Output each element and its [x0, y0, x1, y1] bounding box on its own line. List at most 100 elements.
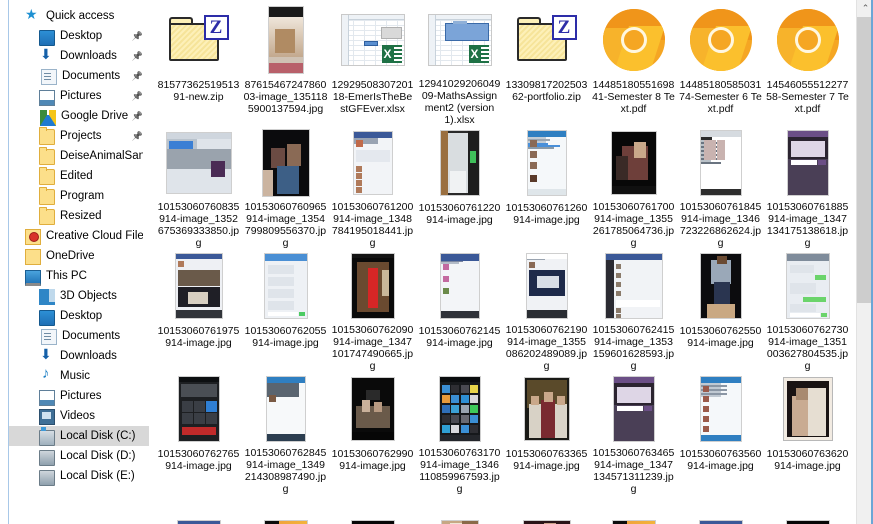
sidebar-item-desktop[interactable]: Desktop — [9, 306, 149, 326]
sidebar-item-deiseanimalsanctu[interactable]: DeiseAnimalSanctu — [9, 146, 149, 166]
sidebar-item-label: Pictures — [60, 90, 102, 102]
sidebar-item-music[interactable]: Music — [9, 366, 149, 386]
file-thumbnail — [595, 4, 673, 76]
sidebar-item-local-disk-e[interactable]: Local Disk (E:) — [9, 466, 149, 486]
file-tile[interactable]: 10153060761885914-image_1347134175138618… — [764, 127, 851, 249]
file-name-label: 10153060761885914-image_1347134175138618… — [766, 201, 850, 249]
file-tile[interactable]: 10153060763365914-image.jpg — [503, 373, 590, 495]
file-tile[interactable] — [416, 496, 503, 524]
navigation-pane[interactable]: Quick accessDesktop📌Downloads📌Documents📌… — [9, 0, 149, 524]
sidebar-item-program[interactable]: Program — [9, 186, 149, 206]
file-tile[interactable]: 1454605551227758-Semester 7 Text.pdf — [764, 4, 851, 126]
file-tile[interactable]: 10153060761845914-image_1346723226862624… — [677, 127, 764, 249]
sidebar-item-edited[interactable]: Edited — [9, 166, 149, 186]
sidebar-item-label: Documents — [62, 330, 120, 342]
file-thumbnail — [247, 127, 325, 198]
file-tile[interactable]: 10153060762730914-image_1351003627804535… — [764, 250, 851, 372]
sidebar-item-downloads[interactable]: Downloads 📌 — [9, 46, 149, 66]
file-tile[interactable]: X1292950830720118-EmerIsTheBestGFEver.xl… — [329, 4, 416, 126]
sidebar-item-onedrive[interactable]: OneDrive — [9, 246, 149, 266]
file-thumbnail — [682, 373, 760, 445]
file-tile[interactable]: Z8157736251951391-new.zip — [155, 4, 242, 126]
file-tile[interactable]: 10153060762415914-image_1353159601628593… — [590, 250, 677, 372]
file-tile[interactable]: 10153060762055914-image.jpg — [242, 250, 329, 372]
pictures-icon — [39, 90, 55, 106]
sidebar-item-local-disk-c[interactable]: Local Disk (C:) — [9, 426, 149, 446]
file-thumbnail — [769, 4, 847, 76]
file-tile[interactable]: 10153060762190914-image_1355086202489089… — [503, 250, 590, 372]
sidebar-item-projects[interactable]: Projects📌 — [9, 126, 149, 146]
file-name-label: 1292950830720118-EmerIsTheBestGFEver.xls… — [331, 79, 415, 115]
sidebar-item-videos[interactable]: Videos — [9, 406, 149, 426]
pin-icon[interactable]: 📌 — [132, 32, 143, 41]
pin-icon[interactable]: 📌 — [132, 92, 143, 101]
file-tile[interactable]: 10153060763465914-image_1347134571311239… — [590, 373, 677, 495]
chrome-pdf-icon — [690, 9, 752, 71]
file-tile[interactable]: 10153060763620914-image.jpg — [764, 373, 851, 495]
sidebar-item-documents[interactable]: Documents📌 — [9, 66, 149, 86]
file-thumbnail-image — [788, 131, 828, 195]
system-drive-icon — [39, 430, 55, 446]
file-thumbnail — [247, 4, 325, 76]
file-tile[interactable]: 10153060762990914-image.jpg — [329, 373, 416, 495]
file-tile[interactable] — [242, 496, 329, 524]
file-tile[interactable]: 10153060761700914-image_1355261785064736… — [590, 127, 677, 249]
sidebar-item-label: Quick access — [46, 10, 114, 22]
sidebar-item-pictures[interactable]: Pictures — [9, 386, 149, 406]
file-tile[interactable]: 10153060763560914-image.jpg — [677, 373, 764, 495]
file-tile[interactable]: 10153060762090914-image_1347101747490665… — [329, 250, 416, 372]
file-tile[interactable]: 10153060762765914-image.jpg — [155, 373, 242, 495]
sidebar-item-quick-access[interactable]: Quick access — [9, 6, 149, 26]
file-tile[interactable]: X1294102920604909-MathsAssignment2 (vers… — [416, 4, 503, 126]
file-tile[interactable] — [155, 496, 242, 524]
file-tile[interactable]: 10153060760965914-image_1354799809556370… — [242, 127, 329, 249]
file-tile[interactable] — [503, 496, 590, 524]
folder-icon — [39, 209, 55, 225]
file-tile[interactable]: 10153060760835914-image_1352675369333850… — [155, 127, 242, 249]
sidebar-item-pictures[interactable]: Pictures 📌 — [9, 86, 149, 106]
file-grid[interactable]: Z8157736251951391-new.zip876154672478600… — [149, 0, 855, 524]
file-tile[interactable]: 10153060763170914-image_1346110859967593… — [416, 373, 503, 495]
sidebar-item-label: Program — [60, 190, 104, 202]
file-thumbnail — [247, 373, 325, 444]
sidebar-item-downloads[interactable]: Downloads — [9, 346, 149, 366]
pin-icon[interactable]: 📌 — [132, 52, 143, 61]
pin-icon[interactable]: 📌 — [132, 72, 143, 81]
file-tile[interactable]: 10153060761260914-image.jpg — [503, 127, 590, 249]
file-thumbnail: Z — [160, 4, 238, 76]
sidebar-item-this-pc[interactable]: This PC — [9, 266, 149, 286]
file-tile[interactable]: 1448518058503174-Semester 6 Text.pdf — [677, 4, 764, 126]
sidebar-item-label: Downloads — [60, 50, 117, 62]
sidebar-item-google-drive[interactable]: Google Drive📌 — [9, 106, 149, 126]
sidebar-item-desktop[interactable]: Desktop📌 — [9, 26, 149, 46]
file-thumbnail-image — [269, 7, 303, 73]
sidebar-item-documents[interactable]: Documents — [9, 326, 149, 346]
file-tile[interactable]: 8761546724786003-image_1351185900137594.… — [242, 4, 329, 126]
folder-icon — [39, 149, 55, 165]
file-tile[interactable]: Z1330981720250362-portfolio.zip — [503, 4, 590, 126]
file-list-pane[interactable]: Z8157736251951391-new.zip876154672478600… — [149, 0, 873, 524]
file-tile[interactable] — [329, 496, 416, 524]
sidebar-item-creative-cloud-files[interactable]: Creative Cloud Files — [9, 226, 149, 246]
file-thumbnail-image — [787, 254, 829, 318]
sidebar-item-3d-objects[interactable]: 3D Objects — [9, 286, 149, 306]
file-thumbnail — [247, 496, 325, 524]
sidebar-item-local-disk-d[interactable]: Local Disk (D:) — [9, 446, 149, 466]
file-tile[interactable]: 10153060761200914-image_1348784195018441… — [329, 127, 416, 249]
sidebar-item-resized[interactable]: Resized — [9, 206, 149, 226]
file-tile[interactable]: 10153060762845914-image_1349214308987490… — [242, 373, 329, 495]
file-tile[interactable]: 10153060761975914-image.jpg — [155, 250, 242, 372]
file-thumbnail-image — [441, 254, 479, 318]
pin-icon[interactable]: 📌 — [132, 112, 143, 121]
music-icon — [39, 368, 55, 384]
file-tile[interactable] — [590, 496, 677, 524]
pin-icon[interactable]: 📌 — [132, 132, 143, 141]
file-tile[interactable]: 1448518055169841-Semester 8 Text.pdf — [590, 4, 677, 126]
file-tile[interactable]: 10153060761220914-image.jpg — [416, 127, 503, 249]
file-thumbnail-image — [784, 378, 832, 440]
file-tile[interactable]: 10153060762145914-image.jpg — [416, 250, 503, 372]
file-tile[interactable] — [677, 496, 764, 524]
folder-icon — [39, 169, 55, 185]
file-tile[interactable]: 10153060762550914-image.jpg — [677, 250, 764, 372]
file-tile[interactable] — [764, 496, 851, 524]
